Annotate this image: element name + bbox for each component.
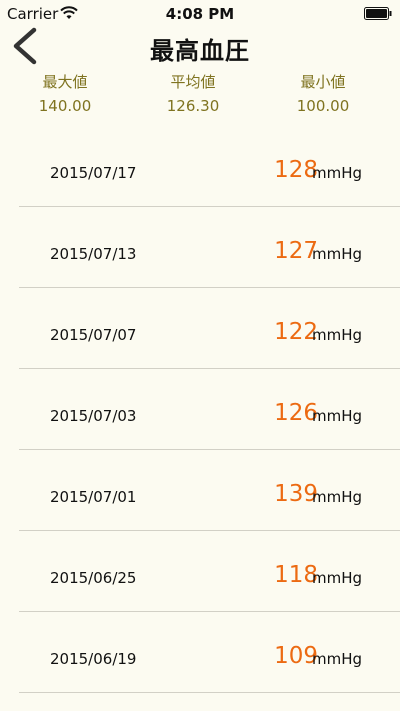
record-unit: mmHg — [312, 569, 363, 587]
record-unit: mmHg — [312, 326, 363, 344]
stat-min: 最小値 100.00 — [268, 72, 378, 116]
stat-min-label: 最小値 — [300, 73, 346, 91]
table-row[interactable]: 2015/07/07 122 mmHg — [19, 288, 400, 369]
stat-max: 最大値 140.00 — [10, 72, 120, 116]
stat-max-value: 140.00 — [38, 97, 92, 115]
status-time: 4:08 PM — [165, 5, 235, 23]
record-date: 2015/07/13 — [50, 245, 137, 263]
status-bar: Carrier 4:08 PM — [0, 0, 400, 28]
table-row[interactable]: 2015/06/25 118 mmHg — [19, 531, 400, 612]
stat-average: 平均値 126.30 — [138, 72, 248, 116]
battery-icon — [364, 7, 392, 20]
stat-max-label: 最大値 — [42, 73, 88, 91]
record-date: 2015/07/07 — [50, 326, 137, 344]
page-title: 最高血圧 — [150, 37, 250, 65]
record-list: 2015/07/17 128 mmHg 2015/07/13 127 mmHg … — [0, 126, 400, 693]
table-row[interactable]: 2015/07/03 126 mmHg — [19, 369, 400, 450]
table-row[interactable]: 2015/07/17 128 mmHg — [19, 126, 400, 207]
table-row[interactable]: 2015/07/01 139 mmHg — [19, 450, 400, 531]
record-date: 2015/06/19 — [50, 650, 137, 668]
record-unit: mmHg — [312, 488, 363, 506]
record-date: 2015/06/25 — [50, 569, 137, 587]
record-date: 2015/07/03 — [50, 407, 137, 425]
table-row[interactable]: 2015/07/13 127 mmHg — [19, 207, 400, 288]
record-date: 2015/07/01 — [50, 488, 137, 506]
stat-min-value: 100.00 — [296, 97, 350, 115]
record-unit: mmHg — [312, 407, 363, 425]
stat-average-label: 平均値 — [170, 73, 216, 91]
record-date: 2015/07/17 — [50, 164, 137, 182]
record-unit: mmHg — [312, 164, 363, 182]
record-unit: mmHg — [312, 245, 363, 263]
table-row[interactable]: 2015/06/19 109 mmHg — [19, 612, 400, 693]
record-unit: mmHg — [312, 650, 363, 668]
stat-average-value: 126.30 — [166, 97, 220, 115]
screen: Carrier 4:08 PM 最高血圧 最大値 140.00 平均値 126.… — [0, 0, 400, 711]
